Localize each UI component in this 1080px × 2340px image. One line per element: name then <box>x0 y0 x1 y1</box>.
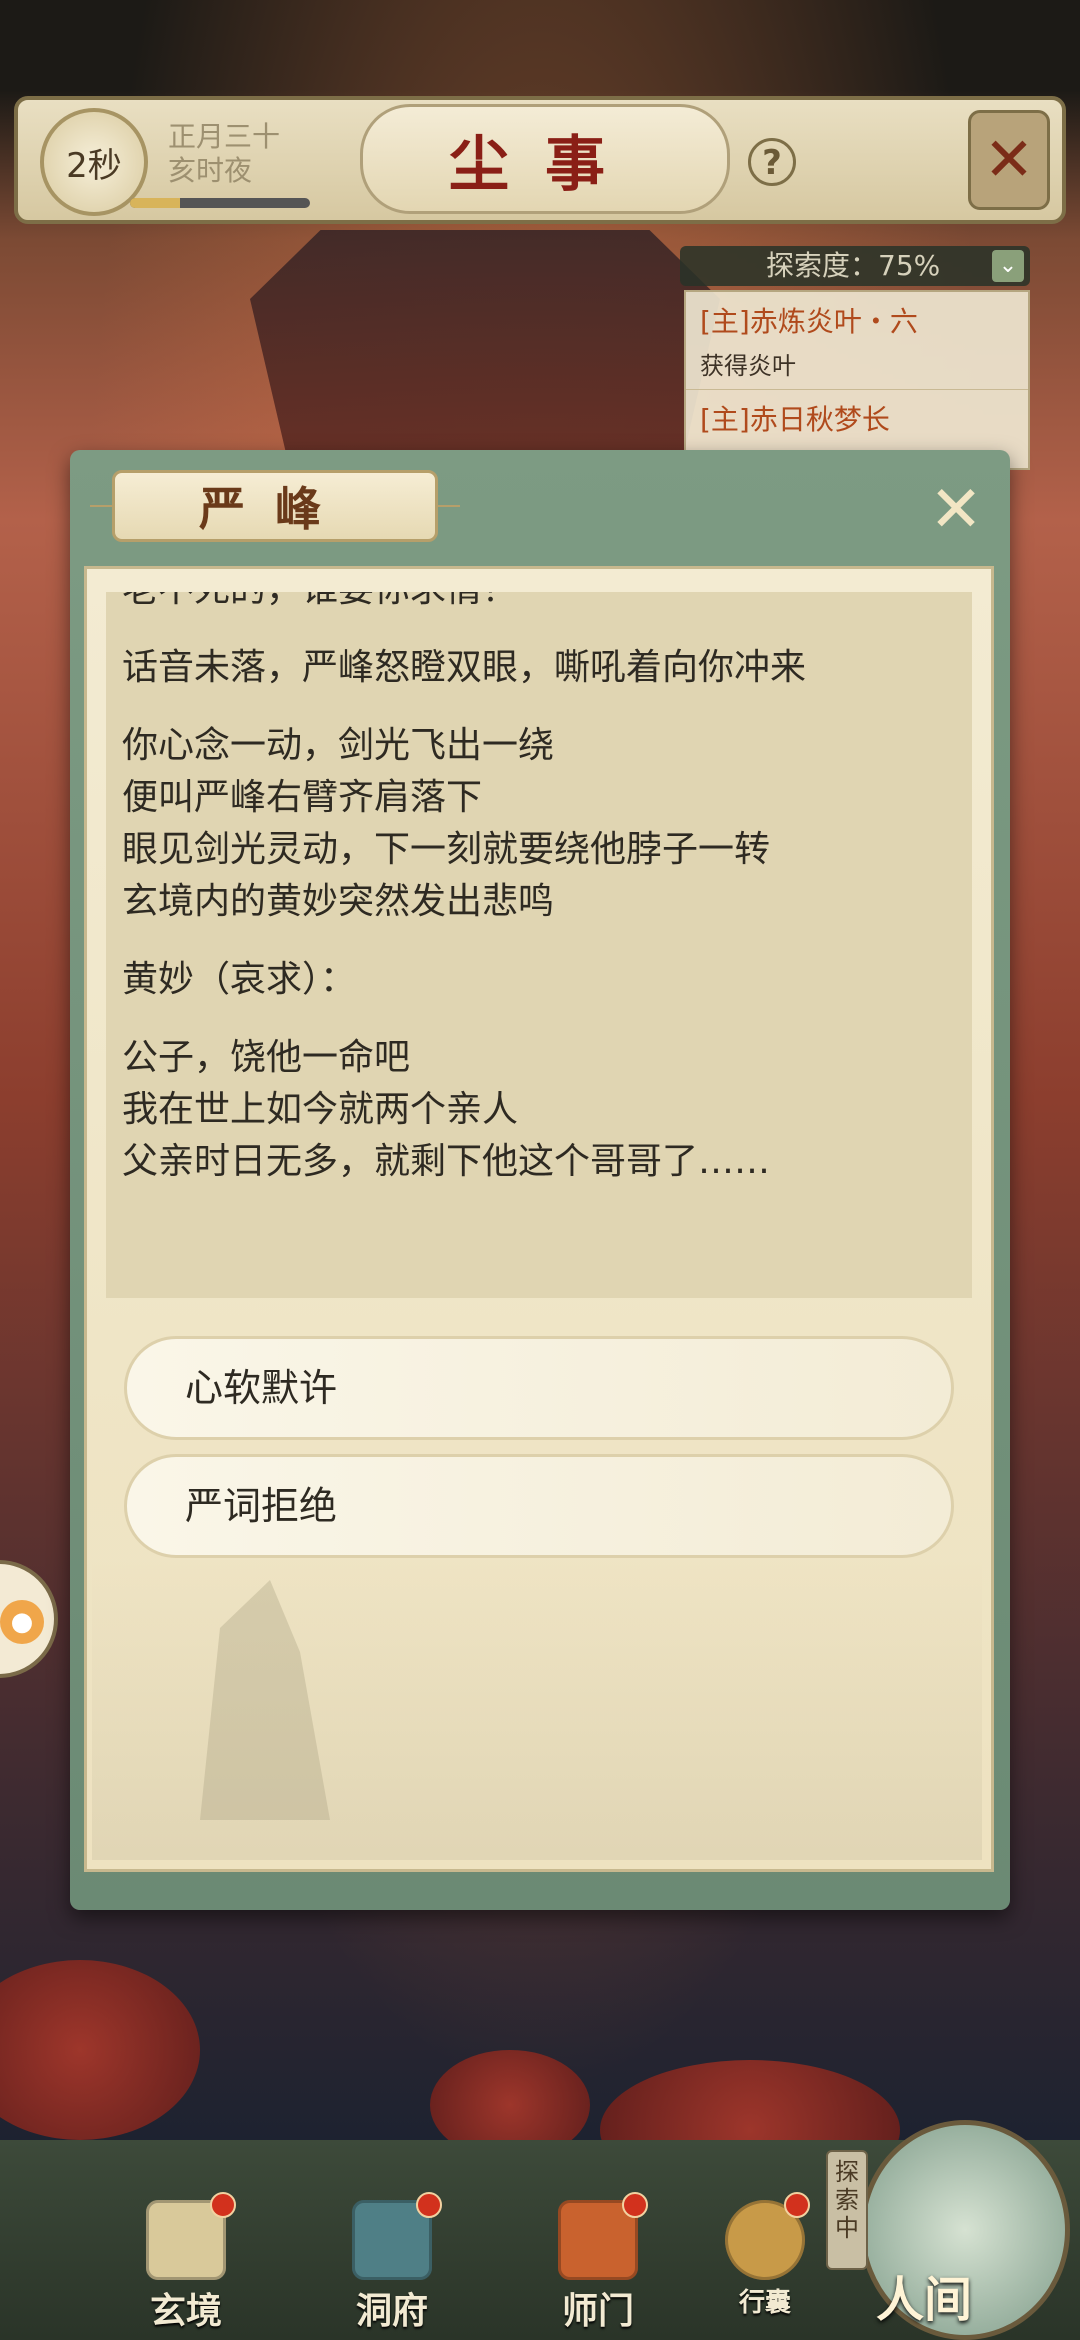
time-progress-bar <box>130 198 310 208</box>
explore-progress-header[interactable]: 探索度：75% ⌄ <box>680 246 1030 286</box>
nav-item-dongfu[interactable]: 洞府 <box>322 2192 462 2332</box>
time-progress-fill <box>130 198 181 208</box>
nav-label: 师门 <box>561 2290 634 2332</box>
page-title: 尘事 <box>360 104 730 214</box>
story-paragraph: 公子，饶他一命吧 我在世上如今就两个亲人 父亲时日无多，就剩下他这个哥哥了…… <box>122 1037 771 1182</box>
nav-label: 玄境 <box>149 2290 222 2332</box>
choice-button-relent[interactable]: 心软默许 <box>124 1336 954 1440</box>
log-entry-detail: 获得炎叶 <box>686 340 1028 390</box>
nav-label: 洞府 <box>355 2290 428 2332</box>
chevron-down-icon[interactable]: ⌄ <box>992 250 1024 282</box>
crossed-swords-icon: ✕ <box>983 125 1035 195</box>
log-entry-title: [主]赤日秋梦长 <box>700 403 890 436</box>
help-icon[interactable]: ? <box>748 138 796 186</box>
close-page-button[interactable]: ✕ <box>968 110 1050 210</box>
date-line-1: 正月三十 <box>168 120 281 153</box>
nav-item-shimen[interactable]: 师门 <box>528 2192 668 2332</box>
game-date: 正月三十 亥时夜 <box>168 120 280 188</box>
story-paragraph: 你心念一动，剑光飞出一绕 便叫严峰右臂齐肩落下 眼见剑光灵动，下一刻就要绕他脖子… <box>122 725 771 922</box>
story-paragraph: 话音未落，严峰怒瞪双眼，嘶吼着向你冲来 <box>122 647 807 688</box>
nav-item-xuanjing[interactable]: 玄境 <box>116 2192 256 2332</box>
nav-label: 行囊 <box>738 2288 791 2318</box>
notification-dot <box>210 2192 236 2218</box>
explore-log: [主]赤炼炎叶・六 获得炎叶 [主]赤日秋梦长 <box>684 290 1030 470</box>
story-text-area[interactable]: 老不死的，谁要你求情？ 话音未落，严峰怒瞪双眼，嘶吼着向你冲来 你心念一动，剑光… <box>106 592 972 1298</box>
exploring-badge: 探索中 <box>826 2150 868 2270</box>
notification-dot <box>784 2192 810 2218</box>
dialog-title: 严峰 <box>112 470 438 542</box>
nav-item-xingnang[interactable]: 行囊 <box>700 2192 830 2330</box>
notification-dot <box>622 2192 648 2218</box>
gamepad-icon[interactable]: ● <box>0 1600 44 1644</box>
log-entry-title: [主]赤炼炎叶・六 <box>700 305 918 338</box>
story-text: 老不死的，谁要你求情？ 话音未落，严峰怒瞪双眼，嘶吼着向你冲来 你心念一动，剑光… <box>122 592 962 1214</box>
story-paragraph: 老不死的，谁要你求情？ <box>122 592 962 616</box>
story-paragraph: 黄妙（哀求）： <box>122 959 357 1000</box>
dialog-close-icon[interactable]: ✕ <box>918 472 994 548</box>
explore-progress-text: 探索度：75% <box>766 249 941 282</box>
choice-button-refuse[interactable]: 严词拒绝 <box>124 1454 954 1558</box>
world-label: 人间 <box>876 2272 973 2328</box>
pavilion-illustration <box>250 230 720 460</box>
notification-dot <box>416 2192 442 2218</box>
timer-text: 2秒 <box>66 145 122 186</box>
date-line-2: 亥时夜 <box>168 154 253 187</box>
